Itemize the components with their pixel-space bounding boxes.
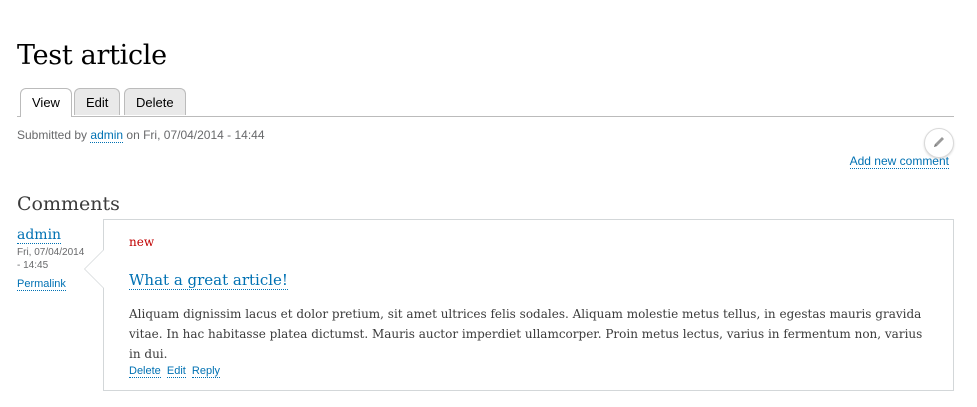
page-title: Test article	[17, 40, 167, 71]
submitted-prefix: Submitted by	[17, 128, 88, 142]
submitted-date: on Fri, 07/04/2014 - 14:44	[126, 128, 265, 142]
comment-author-link[interactable]: admin	[17, 227, 62, 244]
comment-date: Fri, 07/04/2014 - 14:45	[17, 247, 85, 271]
new-marker: new	[129, 235, 155, 249]
comment-arrow-inner	[85, 250, 104, 288]
primary-tabs: View Edit Delete	[17, 88, 954, 117]
comment-title: What a great article!	[129, 271, 288, 290]
pencil-icon	[932, 134, 946, 153]
comment-title-link[interactable]: What a great article!	[129, 271, 288, 290]
comment-permalink[interactable]: Permalink	[17, 278, 66, 291]
comments-heading: Comments	[17, 193, 120, 215]
tab-edit[interactable]: Edit	[74, 88, 121, 115]
comment-body: Aliquam dignissim lacus et dolor pretium…	[129, 307, 923, 361]
comment-meta: admin Fri, 07/04/2014 - 14:45 Permalink	[17, 224, 87, 291]
comment-content-box: new What a great article! Aliquam dignis…	[84, 219, 954, 391]
comment-delete-link[interactable]: Delete	[129, 365, 161, 378]
tab-delete[interactable]: Delete	[124, 88, 186, 115]
submitted-author-link[interactable]: admin	[90, 128, 124, 143]
comment-links: Delete Edit Reply	[129, 365, 223, 378]
tab-view[interactable]: View	[20, 88, 72, 117]
submitted-info: Submitted by admin on Fri, 07/04/2014 - …	[17, 128, 265, 143]
add-new-comment-link[interactable]: Add new comment	[849, 154, 949, 169]
comment-reply-link[interactable]: Reply	[191, 365, 221, 378]
comment-edit-link[interactable]: Edit	[166, 365, 186, 378]
